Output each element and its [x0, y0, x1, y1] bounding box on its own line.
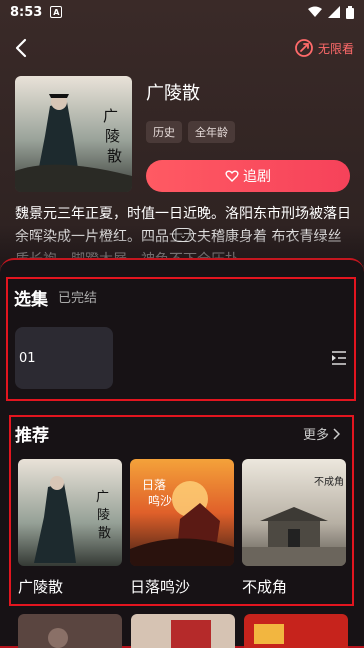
svg-text:散: 散: [98, 526, 111, 541]
more-label: 更多: [302, 428, 329, 443]
recommend-name: 广陵散: [18, 578, 64, 596]
cover-title-text: 广: [103, 107, 118, 125]
back-arrow-icon[interactable]: [10, 36, 34, 60]
recommend-cover[interactable]: [131, 614, 235, 648]
recommend-more-button[interactable]: 更多: [303, 424, 340, 443]
drama-cover: 广 陵 散: [15, 76, 132, 192]
recommend-name: 不成角: [242, 578, 288, 596]
episodes-title: 选集: [14, 290, 48, 310]
svg-text:鸣沙: 鸣沙: [148, 493, 172, 508]
episodes-status: 已完结: [58, 291, 98, 306]
battery-icon: [346, 5, 354, 19]
recommend-cover[interactable]: [244, 614, 348, 648]
no-limit-button[interactable]: 无限看: [294, 38, 354, 58]
status-time: 8:53: [10, 4, 43, 20]
heart-plus-icon: [225, 170, 239, 182]
signal-icon: [328, 6, 340, 18]
tag-list: 历史 全年龄: [146, 121, 235, 143]
chevron-right-icon: [333, 427, 340, 440]
recommend-cover[interactable]: [18, 614, 122, 648]
svg-text:陵: 陵: [105, 127, 120, 145]
status-bar: 8:53 A: [0, 0, 364, 24]
follow-label: 追剧: [243, 168, 271, 184]
drama-title: 广陵散: [146, 83, 200, 104]
recommend-item[interactable]: 日落 鸣沙 日落鸣沙: [130, 459, 234, 597]
unlimited-icon: [295, 39, 313, 57]
recommend-title: 推荐: [15, 426, 49, 446]
tag-history[interactable]: 历史: [146, 121, 182, 143]
recommend-cover: 日落 鸣沙: [130, 459, 234, 566]
recommend-item[interactable]: 不成角 不成角: [242, 459, 346, 597]
svg-text:陵: 陵: [97, 508, 110, 523]
recommend-name: 日落鸣沙: [130, 578, 191, 596]
episode-tile-01[interactable]: 01: [15, 327, 113, 389]
episode-number: 01: [19, 350, 36, 366]
svg-text:散: 散: [107, 147, 122, 165]
sheet-top-edge: [0, 258, 364, 272]
svg-text:不成角: 不成角: [314, 476, 344, 488]
svg-text:广: 广: [96, 490, 109, 505]
more-covers-row: [18, 614, 348, 648]
episode-list-icon[interactable]: [330, 349, 348, 367]
tag-all-ages[interactable]: 全年龄: [188, 121, 235, 143]
follow-button[interactable]: 追剧: [146, 160, 350, 192]
notification-a-icon: A: [50, 6, 63, 18]
top-bar: 无限看: [0, 34, 364, 64]
recommend-item[interactable]: 广 陵 散 广陵散: [18, 459, 122, 597]
no-limit-label: 无限看: [317, 41, 354, 56]
recommend-cover: 不成角: [242, 459, 346, 566]
status-icons: [308, 5, 354, 19]
recommend-cover: 广 陵 散: [18, 459, 122, 566]
wifi-icon: [308, 6, 322, 17]
svg-text:日落: 日落: [142, 478, 166, 492]
expand-description-icon[interactable]: ⌄: [172, 228, 194, 242]
